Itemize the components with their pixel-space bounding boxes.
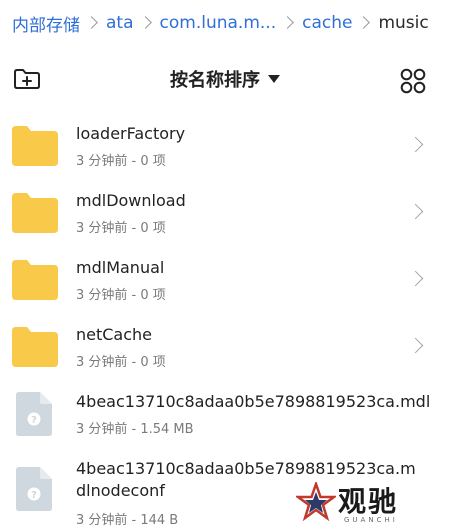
item-name: netCache xyxy=(76,325,153,344)
list-item[interactable]: mdlManual 3 分钟前 - 0 项 xyxy=(0,244,450,311)
item-meta: 3 分钟前 - 144 B xyxy=(76,513,179,528)
sort-dropdown[interactable]: 按名称排序 xyxy=(0,66,450,92)
item-meta: 3 分钟前 - 0 项 xyxy=(76,154,166,169)
chevron-right-icon xyxy=(137,13,157,33)
breadcrumb-item-com-luna[interactable]: com.luna.m... xyxy=(160,13,277,33)
grid-view-icon xyxy=(400,68,426,94)
watermark-star-icon xyxy=(296,482,336,522)
list-item[interactable]: loaderFactory 3 分钟前 - 0 项 xyxy=(0,110,450,177)
caret-down-icon xyxy=(268,75,280,83)
watermark-logo: 观驰 GUANCHI xyxy=(296,480,446,526)
item-name: mdlManual xyxy=(76,258,165,277)
breadcrumb-item-ata[interactable]: ata xyxy=(106,13,134,33)
item-meta: 3 分钟前 - 0 项 xyxy=(76,221,166,236)
chevron-right-icon xyxy=(410,339,424,353)
folder-icon xyxy=(12,193,58,233)
chevron-right-icon xyxy=(355,13,375,33)
file-list: loaderFactory 3 分钟前 - 0 项 mdlDownload 3 … xyxy=(0,110,450,530)
folder-icon xyxy=(12,327,58,367)
unknown-file-icon: ? xyxy=(16,392,52,436)
svg-text:?: ? xyxy=(31,415,37,426)
item-name: loaderFactory xyxy=(76,124,186,143)
chevron-right-icon xyxy=(410,272,424,286)
breadcrumb: 内部存储 ata com.luna.m... cache music xyxy=(0,0,450,46)
folder-icon xyxy=(12,126,58,166)
watermark-text: 观驰 xyxy=(338,485,399,518)
item-name: mdlDownload xyxy=(76,191,186,210)
svg-text:?: ? xyxy=(31,490,37,501)
item-meta: 3 分钟前 - 1.54 MB xyxy=(76,422,194,437)
toolbar: 按名称排序 xyxy=(0,56,450,102)
breadcrumb-item-cache[interactable]: cache xyxy=(302,13,352,33)
chevron-right-icon xyxy=(83,13,103,33)
breadcrumb-item-internal-storage[interactable]: 内部存储 xyxy=(12,11,80,36)
item-meta: 3 分钟前 - 0 项 xyxy=(76,355,166,370)
chevron-right-icon xyxy=(279,13,299,33)
item-name: 4beac13710c8adaa0b5e7898819523ca.mdl xyxy=(76,392,431,411)
folder-icon xyxy=(12,260,58,300)
list-item[interactable]: netCache 3 分钟前 - 0 项 xyxy=(0,311,450,378)
chevron-right-icon xyxy=(410,138,424,152)
breadcrumb-item-music: music xyxy=(378,13,429,33)
list-item[interactable]: ? 4beac13710c8adaa0b5e7898819523ca.mdl 3… xyxy=(0,378,450,445)
sort-label: 按名称排序 xyxy=(170,70,260,91)
grid-view-button[interactable] xyxy=(400,68,426,94)
watermark-subtext: GUANCHI xyxy=(344,516,398,524)
list-item[interactable]: mdlDownload 3 分钟前 - 0 项 xyxy=(0,177,450,244)
item-meta: 3 分钟前 - 0 项 xyxy=(76,288,166,303)
unknown-file-icon: ? xyxy=(16,467,52,511)
chevron-right-icon xyxy=(410,205,424,219)
